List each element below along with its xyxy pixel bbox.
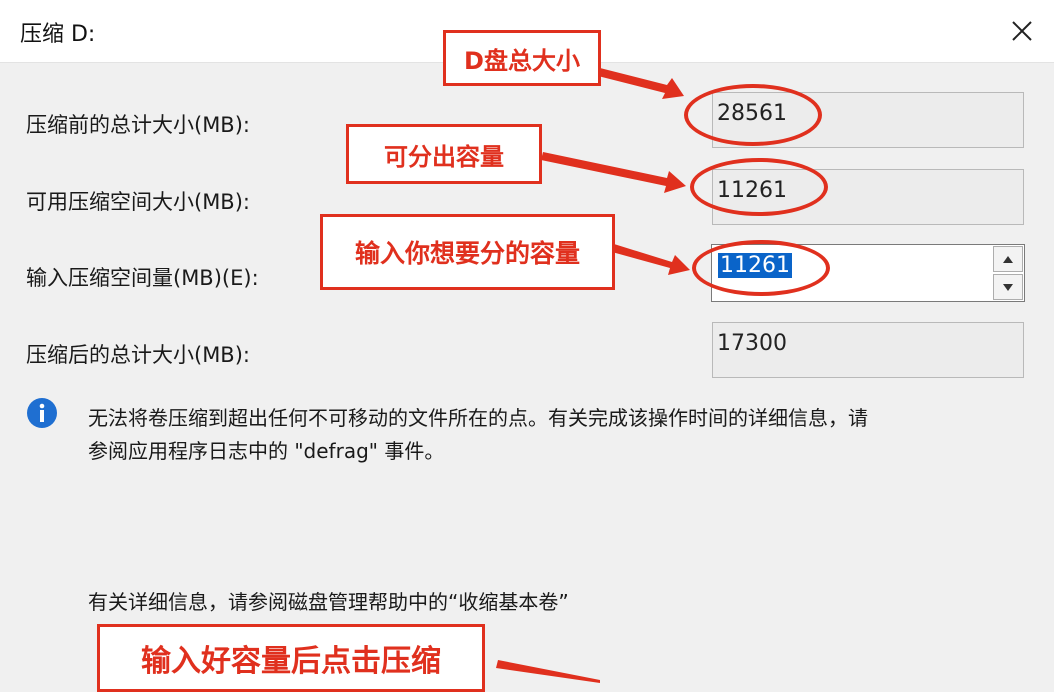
window-title: 压缩 D: (20, 22, 96, 47)
label-shrink-amount: 输入压缩空间量(MB)(E): (26, 266, 259, 290)
label-total-before: 压缩前的总计大小(MB): (26, 113, 250, 137)
close-button[interactable] (990, 0, 1054, 62)
label-total-after: 压缩后的总计大小(MB): (26, 343, 250, 367)
info-message: 无法将卷压缩到超出任何不可移动的文件所在的点。有关完成该操作时间的详细信息，请 … (88, 402, 1038, 468)
total-after-value: 17300 (712, 322, 1024, 378)
annotation-available-capacity: 可分出容量 (346, 124, 542, 184)
annotation-click-shrink: 输入好容量后点击压缩 (97, 624, 485, 692)
arrow-to-available (541, 152, 686, 193)
help-text: 有关详细信息，请参阅磁盘管理帮助中的“收缩基本卷” (88, 590, 569, 614)
arrow-to-total (598, 68, 684, 99)
info-line-2: 参阅应用程序日志中的 "defrag" 事件。 (88, 439, 445, 463)
arrow-to-input (612, 244, 690, 275)
annotation-ellipse-available (690, 158, 828, 216)
spin-down-button[interactable] (993, 274, 1023, 300)
annotation-enter-capacity: 输入你想要分的容量 (320, 214, 615, 290)
info-icon (27, 398, 57, 428)
annotation-ellipse-total (684, 84, 822, 146)
close-icon (1012, 21, 1032, 41)
spin-up-button[interactable] (993, 246, 1023, 272)
arrow-to-shrink (496, 660, 600, 683)
info-line-1: 无法将卷压缩到超出任何不可移动的文件所在的点。有关完成该操作时间的详细信息，请 (88, 406, 868, 430)
arrow-down-icon (1003, 283, 1013, 291)
annotation-disk-size: D盘总大小 (443, 30, 601, 86)
annotation-ellipse-input (692, 240, 830, 296)
label-available: 可用压缩空间大小(MB): (26, 190, 250, 214)
arrow-up-icon (1003, 255, 1013, 263)
